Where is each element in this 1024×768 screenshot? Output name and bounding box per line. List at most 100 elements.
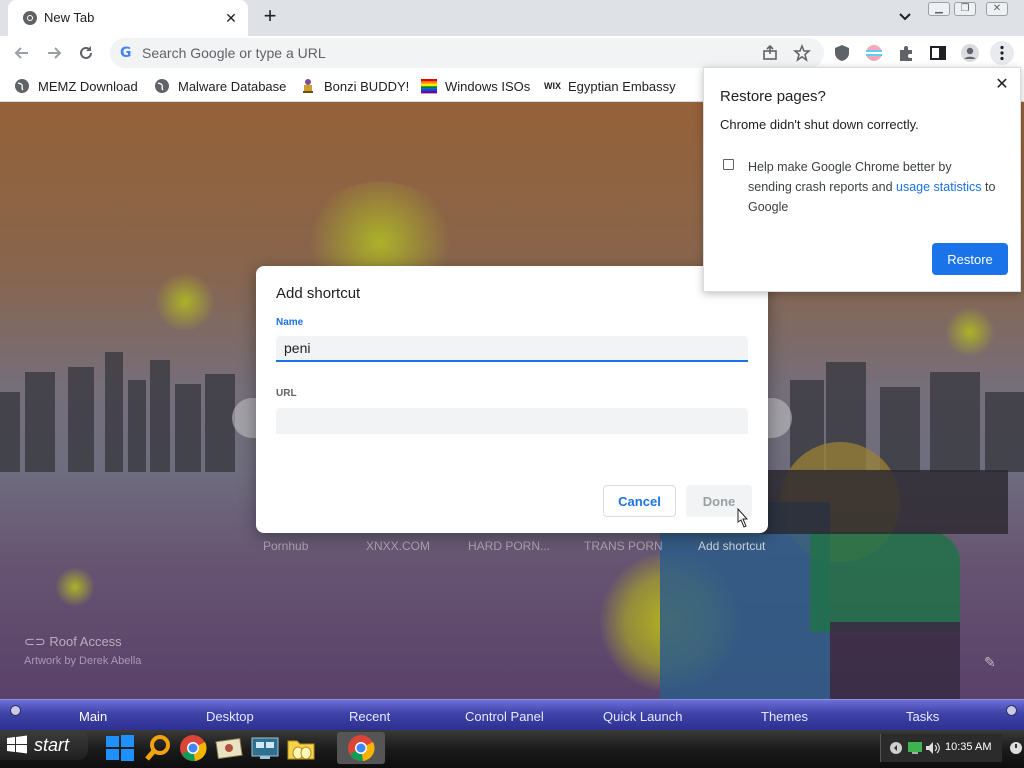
windows-app-icon[interactable] xyxy=(105,733,135,763)
windows-tiles-icon xyxy=(106,735,134,761)
restore-title: Restore pages? xyxy=(720,88,826,105)
extensions-button[interactable] xyxy=(894,41,918,65)
shortcut-label[interactable]: XNXX.COM xyxy=(366,539,430,553)
menu-button[interactable] xyxy=(990,41,1014,65)
forward-arrow-icon xyxy=(48,47,62,59)
launcher-item-desktop[interactable]: Desktop xyxy=(206,709,254,724)
bookmark-windows-isos[interactable]: Windows ISOs xyxy=(421,76,530,96)
side-panel-icon xyxy=(930,46,946,60)
shortcut-label[interactable]: HARD PORN... xyxy=(468,539,550,553)
url-field[interactable] xyxy=(276,408,748,434)
chrome-icon xyxy=(348,735,375,762)
search-app-icon[interactable] xyxy=(143,733,173,763)
new-tab-button[interactable]: + xyxy=(258,4,282,30)
dialog-title: Add shortcut xyxy=(276,285,361,302)
tab-strip: New Tab ✕ + ▁ ❐ ✕ xyxy=(0,0,1024,36)
folder-icon xyxy=(287,740,315,760)
credit-title-text: Roof Access xyxy=(49,634,122,649)
usage-statistics-link[interactable]: usage statistics xyxy=(896,180,981,194)
tab-close-icon[interactable]: ✕ xyxy=(222,9,240,27)
bonzi-icon xyxy=(303,79,313,93)
puzzle-icon xyxy=(900,46,912,61)
windows-logo-icon xyxy=(7,735,27,754)
launcher-item-themes[interactable]: Themes xyxy=(761,709,808,724)
mouse-cursor-icon xyxy=(737,508,749,528)
launcher-knob-left[interactable] xyxy=(10,705,21,716)
reload-button[interactable] xyxy=(74,41,98,65)
back-button[interactable] xyxy=(10,41,34,65)
omnibox-placeholder: Search Google or type a URL xyxy=(142,45,326,61)
taskbar: start 10:35 AM xyxy=(0,730,1024,768)
reload-icon xyxy=(80,46,92,59)
bookmark-malware-database[interactable]: Malware Database xyxy=(154,76,286,96)
bookmark-bonzi-buddy[interactable]: Bonzi BUDDY! xyxy=(300,76,409,96)
restore-pages-popup: Restore pages? ✕ Chrome didn't shut down… xyxy=(703,67,1021,292)
launcher-item-control-panel[interactable]: Control Panel xyxy=(465,709,544,724)
cancel-button[interactable]: Cancel xyxy=(603,485,676,517)
bookmark-label: Egyptian Embassy xyxy=(568,78,676,94)
chrome-icon xyxy=(23,11,37,25)
toolbar: G Search Google or type a URL xyxy=(0,36,1024,70)
clock[interactable]: 10:35 AM xyxy=(945,741,991,753)
wix-icon: WIX xyxy=(544,81,561,91)
add-shortcut-dialog: Add shortcut Name URL Cancel Done xyxy=(256,266,768,533)
tab-title: New Tab xyxy=(44,10,95,25)
minimize-button[interactable]: ▁ xyxy=(928,2,950,16)
bookmark-egyptian-embassy[interactable]: WIX Egyptian Embassy xyxy=(544,76,676,96)
url-label: URL xyxy=(276,388,297,399)
globe-icon xyxy=(155,79,169,93)
bookmark-label: MEMZ Download xyxy=(38,78,138,94)
add-shortcut-label[interactable]: Add shortcut xyxy=(698,539,765,553)
chrome-pinned-icon[interactable] xyxy=(178,733,208,763)
share-button[interactable] xyxy=(758,41,782,65)
tray-arrow-icon[interactable] xyxy=(889,741,903,755)
google-g-icon: G xyxy=(120,45,132,61)
tab-search-chevron-icon[interactable] xyxy=(896,8,914,26)
profile-button[interactable] xyxy=(958,41,982,65)
back-arrow-icon xyxy=(14,47,28,59)
network-app-icon[interactable] xyxy=(250,733,280,763)
close-icon[interactable]: ✕ xyxy=(992,74,1012,94)
chrome-task-button[interactable] xyxy=(337,732,385,764)
shortcut-label[interactable]: TRANS PORN xyxy=(584,539,663,553)
flag-extension[interactable] xyxy=(862,41,886,65)
tab-new-tab[interactable]: New Tab ✕ xyxy=(8,0,248,36)
bookmark-label: Bonzi BUDDY! xyxy=(324,78,410,94)
omnibox[interactable]: G Search Google or type a URL xyxy=(110,38,824,68)
chrome-icon xyxy=(180,735,207,762)
trans-flag-icon xyxy=(866,45,882,61)
start-button[interactable]: start xyxy=(0,730,88,760)
crash-report-checkbox[interactable] xyxy=(723,159,734,170)
close-window-button[interactable]: ✕ xyxy=(986,2,1008,16)
bookmark-memz-download[interactable]: MEMZ Download xyxy=(14,76,138,96)
forward-button[interactable] xyxy=(42,41,66,65)
launcher-item-quick-launch[interactable]: Quick Launch xyxy=(603,709,683,724)
customize-pencil-icon[interactable]: ✎ xyxy=(984,654,996,671)
launcher-item-tasks[interactable]: Tasks xyxy=(906,709,939,724)
banknote-icon xyxy=(215,737,243,760)
money-app-icon[interactable] xyxy=(214,733,244,763)
launcher-item-main[interactable]: Main xyxy=(79,709,107,724)
side-panel-button[interactable] xyxy=(926,41,950,65)
shortcut-label[interactable]: Pornhub xyxy=(263,539,308,553)
power-icon[interactable] xyxy=(1009,741,1023,755)
launcher-knob-right[interactable] xyxy=(1006,705,1017,716)
name-label: Name xyxy=(276,317,304,328)
launcher-bar: Main Desktop Recent Control Panel Quick … xyxy=(0,699,1024,730)
launcher-item-recent[interactable]: Recent xyxy=(349,709,390,724)
restore-message: Chrome didn't shut down correctly. xyxy=(720,117,919,132)
folder-app-icon[interactable] xyxy=(286,733,316,763)
share-icon xyxy=(763,44,777,60)
volume-icon[interactable] xyxy=(925,741,941,755)
ublock-extension[interactable] xyxy=(830,41,854,65)
network-status-icon[interactable] xyxy=(907,741,923,755)
bookmark-label: Malware Database xyxy=(178,78,287,94)
bookmark-star-button[interactable] xyxy=(790,41,814,65)
name-field[interactable] xyxy=(276,336,748,362)
star-icon xyxy=(793,44,811,62)
magnifier-icon xyxy=(145,735,170,761)
restore-window-button[interactable]: ❐ xyxy=(954,2,976,16)
bookmark-label: Windows ISOs xyxy=(445,78,531,94)
background-credit-title[interactable]: ⊂⊃ Roof Access xyxy=(24,634,122,650)
restore-button[interactable]: Restore xyxy=(932,243,1008,275)
